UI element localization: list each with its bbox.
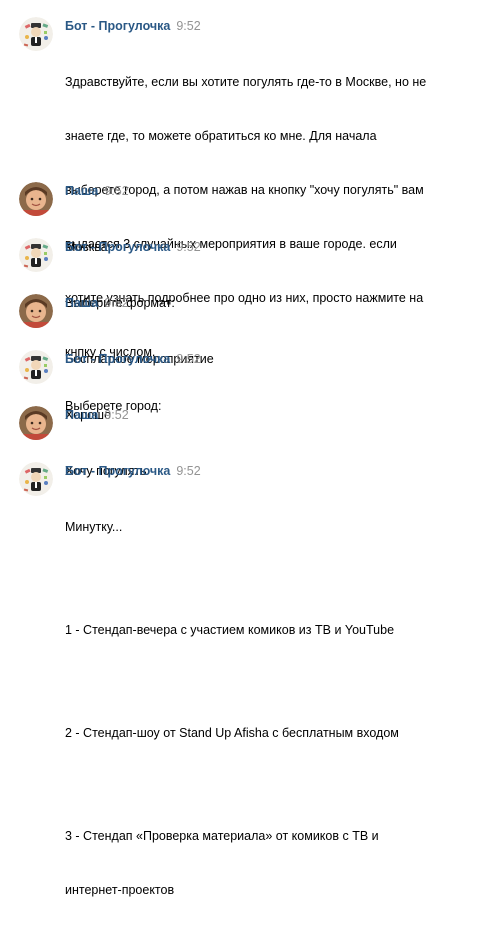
message-line: Минутку... [65, 520, 123, 534]
message-time[interactable]: 9:52 [104, 296, 128, 310]
message-author[interactable]: Бот - Прогулочка [65, 352, 170, 366]
message-text: Минутку... 1 - Стендап-вечера с участием… [65, 482, 465, 935]
message-author[interactable]: Паша [65, 408, 98, 422]
user-avatar-photo[interactable] [19, 294, 53, 328]
message-author[interactable]: Паша [65, 184, 98, 198]
bot-avatar-icon[interactable] [19, 462, 53, 496]
event-item-3-continued: интернет-проектов [65, 883, 175, 897]
message-author[interactable]: Бот - Прогулочка [65, 19, 170, 33]
event-item-3: 3 - Стендап «Проверка материала» от коми… [65, 829, 379, 843]
chat-history: Бот - Прогулочка 9:52 Здравствуйте, если … [0, 0, 477, 897]
bot-avatar-icon[interactable] [19, 17, 53, 51]
message-line: Здравствуйте, если вы хотите погулять гд… [65, 75, 427, 89]
message-time[interactable]: 9:52 [176, 240, 200, 254]
user-avatar-photo[interactable] [19, 406, 53, 440]
user-avatar-photo[interactable] [19, 182, 53, 216]
message-line: знаете где, то можете обратиться ко мне.… [65, 129, 377, 143]
message-time[interactable]: 9:52 [176, 352, 200, 366]
message-author[interactable]: Бот - Прогулочка [65, 240, 170, 254]
event-item-2: 2 - Стендап-шоу от Stand Up Afisha с бес… [65, 726, 399, 740]
message-time[interactable]: 9:52 [104, 184, 128, 198]
message-author[interactable]: Бот - Прогулочка [65, 464, 170, 478]
message-author[interactable]: Паша [65, 296, 98, 310]
bot-avatar-icon[interactable] [19, 238, 53, 272]
message-time[interactable]: 9:52 [176, 19, 200, 33]
event-item-1: 1 - Стендап-вечера с участием комиков из… [65, 623, 395, 637]
bot-avatar-icon[interactable] [19, 350, 53, 384]
message-time[interactable]: 9:52 [176, 464, 200, 478]
message-time[interactable]: 9:52 [104, 408, 128, 422]
